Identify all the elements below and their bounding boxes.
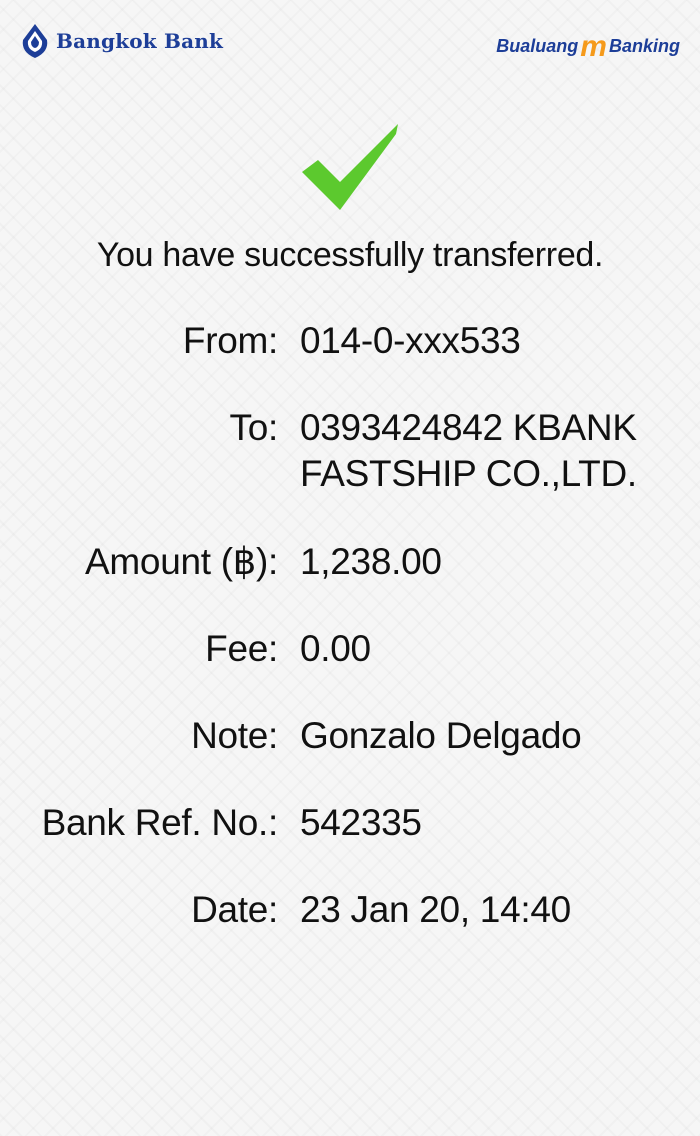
amount-label: Amount (฿): xyxy=(85,541,278,582)
note-label: Note: xyxy=(191,715,278,756)
bank-ref-label: Bank Ref. No.: xyxy=(41,802,279,843)
from-value: 014-0-xxx533 xyxy=(300,320,521,361)
bank-ref-value: 542335 xyxy=(300,802,422,843)
date-value: 23 Jan 20, 14:40 xyxy=(300,889,571,930)
to-value-line1: 0393424842 KBANK xyxy=(300,407,637,448)
bualuang-mbanking-logo: Bualuang m Banking xyxy=(496,29,680,63)
note-value: Gonzalo Delgado xyxy=(300,715,582,756)
to-value-line2: FASTSHIP CO.,LTD. xyxy=(300,453,637,494)
bank-name: Bangkok Bank xyxy=(56,29,224,53)
success-check-icon xyxy=(302,124,398,210)
success-message: You have successfully transferred. xyxy=(96,236,604,274)
brand-right: Banking xyxy=(608,36,680,56)
from-label: From: xyxy=(182,320,278,361)
bangkok-bank-emblem-icon xyxy=(22,24,48,58)
brand-left: Bualuang xyxy=(496,36,579,56)
bangkok-bank-logo: Bangkok Bank xyxy=(20,22,223,60)
brand-m: m xyxy=(580,29,607,63)
fee-label: Fee: xyxy=(205,628,278,669)
to-label: To: xyxy=(229,407,279,448)
fee-value: 0.00 xyxy=(300,628,371,669)
date-label: Date: xyxy=(191,889,278,930)
amount-value: 1,238.00 xyxy=(300,541,442,582)
header: Bangkok Bank Bualuang m Banking xyxy=(0,0,700,80)
